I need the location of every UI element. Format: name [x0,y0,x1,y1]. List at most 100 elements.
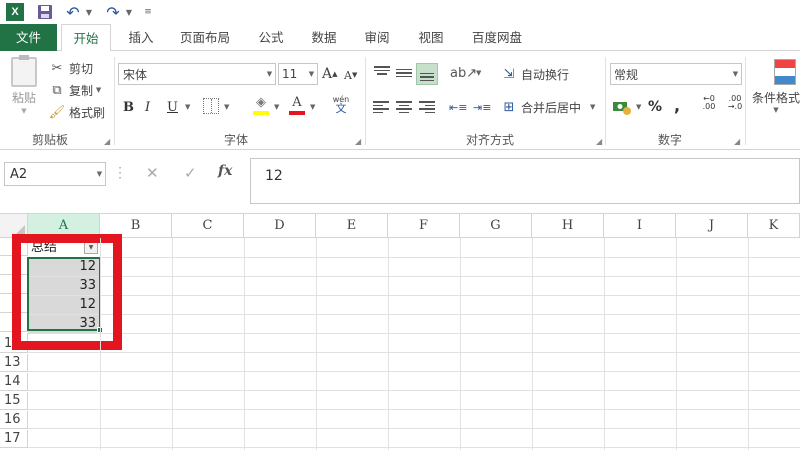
scissors-icon: ✂ [51,60,63,76]
format-painter-button[interactable]: 🖌 格式刷 [48,103,105,121]
wrap-text-button[interactable]: ⇲ 自动换行 [500,64,569,84]
customize-qat-icon[interactable]: ≡ [142,3,154,21]
gridline [244,238,245,450]
check-icon[interactable]: ✓ [184,164,197,182]
cancel-icon[interactable]: ✕ [146,164,159,182]
tab-home[interactable]: 开始 [61,24,111,52]
merge-center-button[interactable]: ⊞ 合并后居中 [500,97,581,117]
tab-page-layout[interactable]: 页面布局 [172,24,238,51]
redo-dropdown-icon[interactable]: ▼ [124,3,134,21]
cut-button[interactable]: ✂ 剪切 [48,59,93,77]
alignment-group-label: 对齐方式 [465,133,514,147]
fill-color-dropdown-icon[interactable]: ▼ [274,103,279,111]
group-divider [365,57,366,145]
align-left-icon[interactable] [373,99,391,115]
gridline [100,238,101,450]
orientation-icon[interactable]: ab↗ [450,65,477,81]
tab-review[interactable]: 审阅 [356,24,398,51]
increase-indent-icon[interactable]: ⇥≡ [473,99,493,115]
align-top-icon[interactable] [373,65,391,81]
column-header-f[interactable]: F [388,214,460,238]
formula-bar-resize-handle[interactable]: · · · [116,162,124,184]
font-launcher-icon[interactable]: ◢ [355,137,361,146]
column-header-d[interactable]: D [244,214,316,238]
comma-style-button[interactable]: , [674,95,686,115]
tab-file[interactable]: 文件 [0,24,57,51]
phonetic-bottom: 文 [335,102,347,115]
conditional-formatting-label: 条件格式 [752,91,800,105]
paste-button[interactable]: 粘贴 ▼ [6,55,42,119]
tab-insert[interactable]: 插入 [120,24,162,51]
accounting-format-icon[interactable] [612,97,636,117]
underline-dropdown-icon[interactable]: ▼ [185,103,190,111]
align-right-icon[interactable] [417,99,435,115]
borders-icon[interactable] [203,98,219,114]
grow-font-button[interactable]: A ▲ [322,65,338,83]
underline-button[interactable]: U [167,97,181,117]
chevron-down-icon: ▼ [96,170,103,178]
alignment-launcher-icon[interactable]: ◢ [596,137,602,146]
align-bottom-icon[interactable] [416,63,438,85]
tab-view[interactable]: 视图 [410,24,452,51]
redo-icon[interactable]: ↷ [104,3,122,22]
row-header-17[interactable]: 17 [0,430,28,448]
tab-baidu-netdisk[interactable]: 百度网盘 [464,24,530,51]
row-header-16[interactable]: 16 [0,411,28,429]
font-name-select[interactable]: 宋体 ▼ [118,63,276,85]
gridline [28,428,800,429]
row-header-14[interactable]: 14 [0,373,28,391]
paste-icon [11,55,37,87]
spreadsheet-grid[interactable]: ABCDEFGHIJK 12 13 14 15 16 17 总结 ▼ 12 33 12 3… [0,214,800,450]
borders-dropdown-icon[interactable]: ▼ [224,103,229,111]
copy-button[interactable]: ⧉ 复制 ▼ [48,81,104,99]
increase-decimal-button[interactable]: ←0 .00 [698,95,720,119]
gridline [316,238,317,450]
row-header-15[interactable]: 15 [0,392,28,410]
orientation-dropdown-icon[interactable]: ▼ [476,69,481,77]
fill-color-button[interactable]: ◈ [252,95,270,117]
clipboard-launcher-icon[interactable]: ◢ [104,137,110,146]
column-header-e[interactable]: E [316,214,388,238]
align-middle-icon[interactable] [395,65,413,81]
clipboard-group-label: 剪贴板 [31,133,68,147]
column-header-g[interactable]: G [460,214,532,238]
bold-button[interactable]: B [123,97,137,117]
wrap-text-icon: ⇲ [503,66,515,82]
column-header-k[interactable]: K [748,214,800,238]
shrink-font-button[interactable]: A ▼ [344,67,358,83]
conditional-formatting-button[interactable]: 条件格式 ▼ [752,59,800,125]
font-size-select[interactable]: 11 ▼ [278,63,318,85]
undo-dropdown-icon[interactable]: ▼ [84,3,94,21]
align-center-icon[interactable] [395,99,413,115]
name-box[interactable]: A2 ▼ [4,162,106,186]
excel-logo-icon: X [6,3,24,21]
gridline [172,238,173,450]
column-header-i[interactable]: I [604,214,676,238]
column-header-h[interactable]: H [532,214,604,238]
font-color-button[interactable]: A [288,95,306,117]
column-header-j[interactable]: J [676,214,748,238]
row-header-13[interactable]: 13 [0,354,28,372]
number-format-select[interactable]: 常规 ▼ [610,63,742,85]
decrease-decimal-button[interactable]: .00 →.0 [724,95,746,119]
copy-icon: ⧉ [52,82,62,98]
accounting-dropdown-icon[interactable]: ▼ [636,103,641,111]
percent-style-button[interactable]: % [648,97,664,117]
insert-function-icon[interactable]: fx [218,163,232,179]
chevron-down-icon: ▼ [266,70,273,78]
number-launcher-icon[interactable]: ◢ [734,137,740,146]
undo-icon[interactable]: ↶ [64,3,82,22]
formula-input[interactable]: 12 [250,158,800,204]
save-icon[interactable] [36,3,54,21]
font-color-dropdown-icon[interactable]: ▼ [310,103,315,111]
conditional-formatting-dropdown-icon: ▼ [773,106,779,114]
tab-data[interactable]: 数据 [303,24,345,51]
italic-button[interactable]: I [145,97,159,117]
phonetic-guide-button[interactable]: wén 文 [330,95,352,119]
gridline [28,447,800,448]
gridline [388,238,389,450]
column-header-c[interactable]: C [172,214,244,238]
decrease-indent-icon[interactable]: ⇤≡ [449,99,469,115]
tab-formulas[interactable]: 公式 [250,24,292,51]
merge-dropdown-icon[interactable]: ▼ [590,103,595,111]
